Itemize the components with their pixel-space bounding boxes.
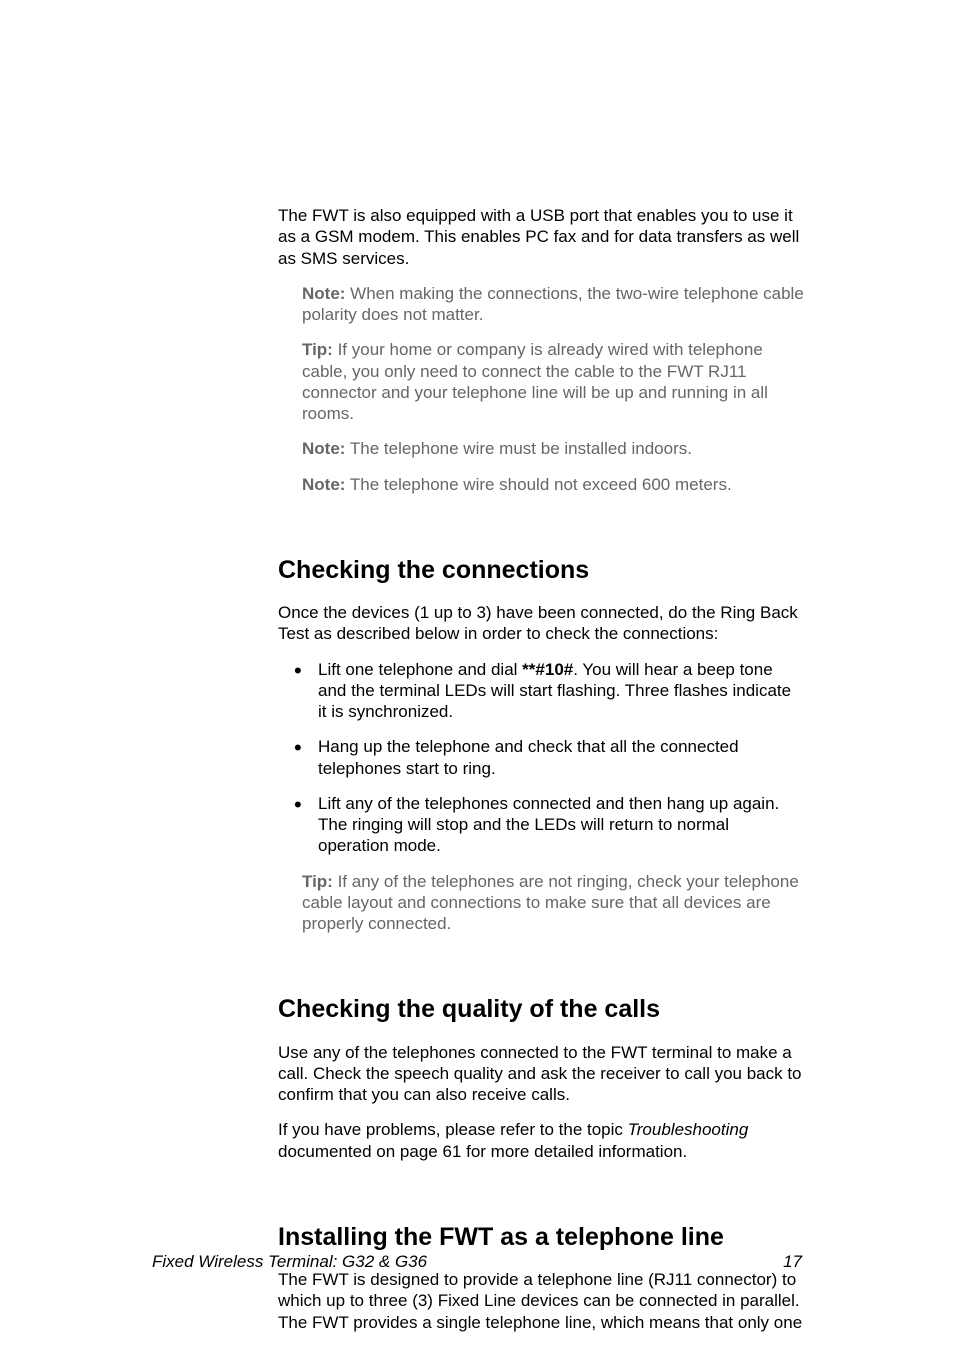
p2-pre: If you have problems, please refer to th… <box>278 1120 628 1139</box>
document-page: The FWT is also equipped with a USB port… <box>0 0 954 1352</box>
note-text: The telephone wire should not exceed 600… <box>345 475 731 494</box>
tip-text: If your home or company is already wired… <box>302 340 768 423</box>
content-area: The FWT is also equipped with a USB port… <box>278 205 804 1333</box>
tip-block-1: Tip: If your home or company is already … <box>302 339 804 424</box>
tip-label: Tip: <box>302 872 333 891</box>
intro-paragraph: The FWT is also equipped with a USB port… <box>278 205 804 269</box>
list-item: Lift one telephone and dial **#10#. You … <box>278 659 804 723</box>
section-heading-installing: Installing the FWT as a telephone line <box>278 1222 804 1253</box>
note-label: Note: <box>302 475 345 494</box>
note-block-1: Note: When making the connections, the t… <box>302 283 804 326</box>
page-number: 17 <box>783 1252 802 1272</box>
note-text: The telephone wire must be installed ind… <box>345 439 692 458</box>
section-heading-quality: Checking the quality of the calls <box>278 994 804 1025</box>
section2-p2: If you have problems, please refer to th… <box>278 1119 804 1162</box>
section2-p1: Use any of the telephones connected to t… <box>278 1042 804 1106</box>
tip-text: If any of the telephones are not ringing… <box>302 872 799 934</box>
note-text: When making the connections, the two-wir… <box>302 284 804 324</box>
p2-post: documented on page 61 for more detailed … <box>278 1142 687 1161</box>
note-block-3: Note: The telephone wire should not exce… <box>302 474 804 495</box>
section1-intro: Once the devices (1 up to 3) have been c… <box>278 602 804 645</box>
list-item: Hang up the telephone and check that all… <box>278 736 804 779</box>
list-item: Lift any of the telephones connected and… <box>278 793 804 857</box>
page-footer: Fixed Wireless Terminal: G32 & G36 17 <box>152 1252 802 1272</box>
troubleshooting-ref: Troubleshooting <box>628 1120 749 1139</box>
bullet-text-pre: Lift one telephone and dial <box>318 660 522 679</box>
footer-title: Fixed Wireless Terminal: G32 & G36 <box>152 1252 427 1272</box>
dial-code: **#10# <box>522 660 573 679</box>
tip-label: Tip: <box>302 340 333 359</box>
section3-p1: The FWT is designed to provide a telepho… <box>278 1269 804 1333</box>
tip-block-2: Tip: If any of the telephones are not ri… <box>302 871 804 935</box>
bullet-list: Lift one telephone and dial **#10#. You … <box>278 659 804 857</box>
note-label: Note: <box>302 439 345 458</box>
section-heading-connections: Checking the connections <box>278 555 804 586</box>
note-label: Note: <box>302 284 345 303</box>
note-block-2: Note: The telephone wire must be install… <box>302 438 804 459</box>
